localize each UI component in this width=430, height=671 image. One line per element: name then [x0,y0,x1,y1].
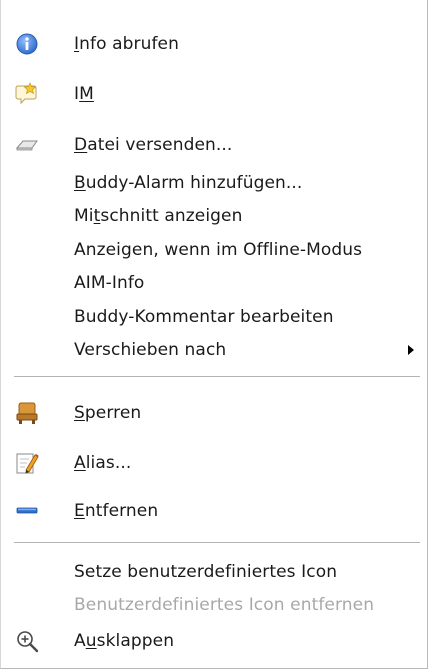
menu-item-remove[interactable]: Entfernen [1,494,427,528]
submenu-arrow-icon [408,345,414,355]
menu-item-label: Buddy-Alarm hinzufügen... [74,173,303,193]
menu-item-move-to[interactable]: Verschieben nach [1,333,427,367]
info-icon [14,31,40,57]
menu-item-label: AIM-Info [74,273,145,293]
menu-item-label: Setze benutzerdefiniertes Icon [74,562,338,582]
menu-item-block[interactable]: Sperren [1,396,427,430]
menu-item-im[interactable]: IM [1,77,427,111]
send-file-icon [14,132,40,158]
menu-item-label: Verschieben nach [74,340,227,360]
menu-item-label: Alias... [74,453,132,473]
remove-icon [14,498,40,524]
buddy-context-menu: Info abrufen IM Datei versenden... Buddy… [0,0,428,669]
alias-edit-icon [14,450,40,476]
im-icon [14,81,40,107]
menu-item-aim-info[interactable]: AIM-Info [1,266,427,300]
menu-item-label: Datei versenden... [74,135,233,155]
menu-item-expand[interactable]: Ausklappen [1,624,427,658]
menu-item-get-info[interactable]: Info abrufen [1,27,427,61]
menu-item-label: Benutzerdefiniertes Icon entfernen [74,595,375,615]
menu-item-label: Mitschnitt anzeigen [74,206,243,226]
menu-item-view-log[interactable]: Mitschnitt anzeigen [1,199,427,233]
menu-item-label: Sperren [74,403,142,423]
menu-item-add-buddy-pounce[interactable]: Buddy-Alarm hinzufügen... [1,166,427,200]
block-icon [14,400,40,426]
menu-item-label: Entfernen [74,501,159,521]
menu-item-label: Buddy-Kommentar bearbeiten [74,307,334,327]
menu-item-alias[interactable]: Alias... [1,446,427,480]
menu-item-remove-custom-icon: Benutzerdefiniertes Icon entfernen [1,588,427,622]
menu-separator [14,542,420,544]
menu-item-edit-buddy-comment[interactable]: Buddy-Kommentar bearbeiten [1,300,427,334]
menu-item-label: IM [74,84,94,104]
menu-item-label: Ausklappen [74,631,175,651]
menu-item-set-custom-icon[interactable]: Setze benutzerdefiniertes Icon [1,555,427,589]
menu-separator [14,376,420,378]
zoom-in-icon [14,628,40,654]
menu-item-label: Info abrufen [74,34,179,54]
menu-item-send-file[interactable]: Datei versenden... [1,128,427,162]
menu-item-label: Anzeigen, wenn im Offline-Modus [74,240,363,260]
menu-item-show-when-offline[interactable]: Anzeigen, wenn im Offline-Modus [1,233,427,267]
